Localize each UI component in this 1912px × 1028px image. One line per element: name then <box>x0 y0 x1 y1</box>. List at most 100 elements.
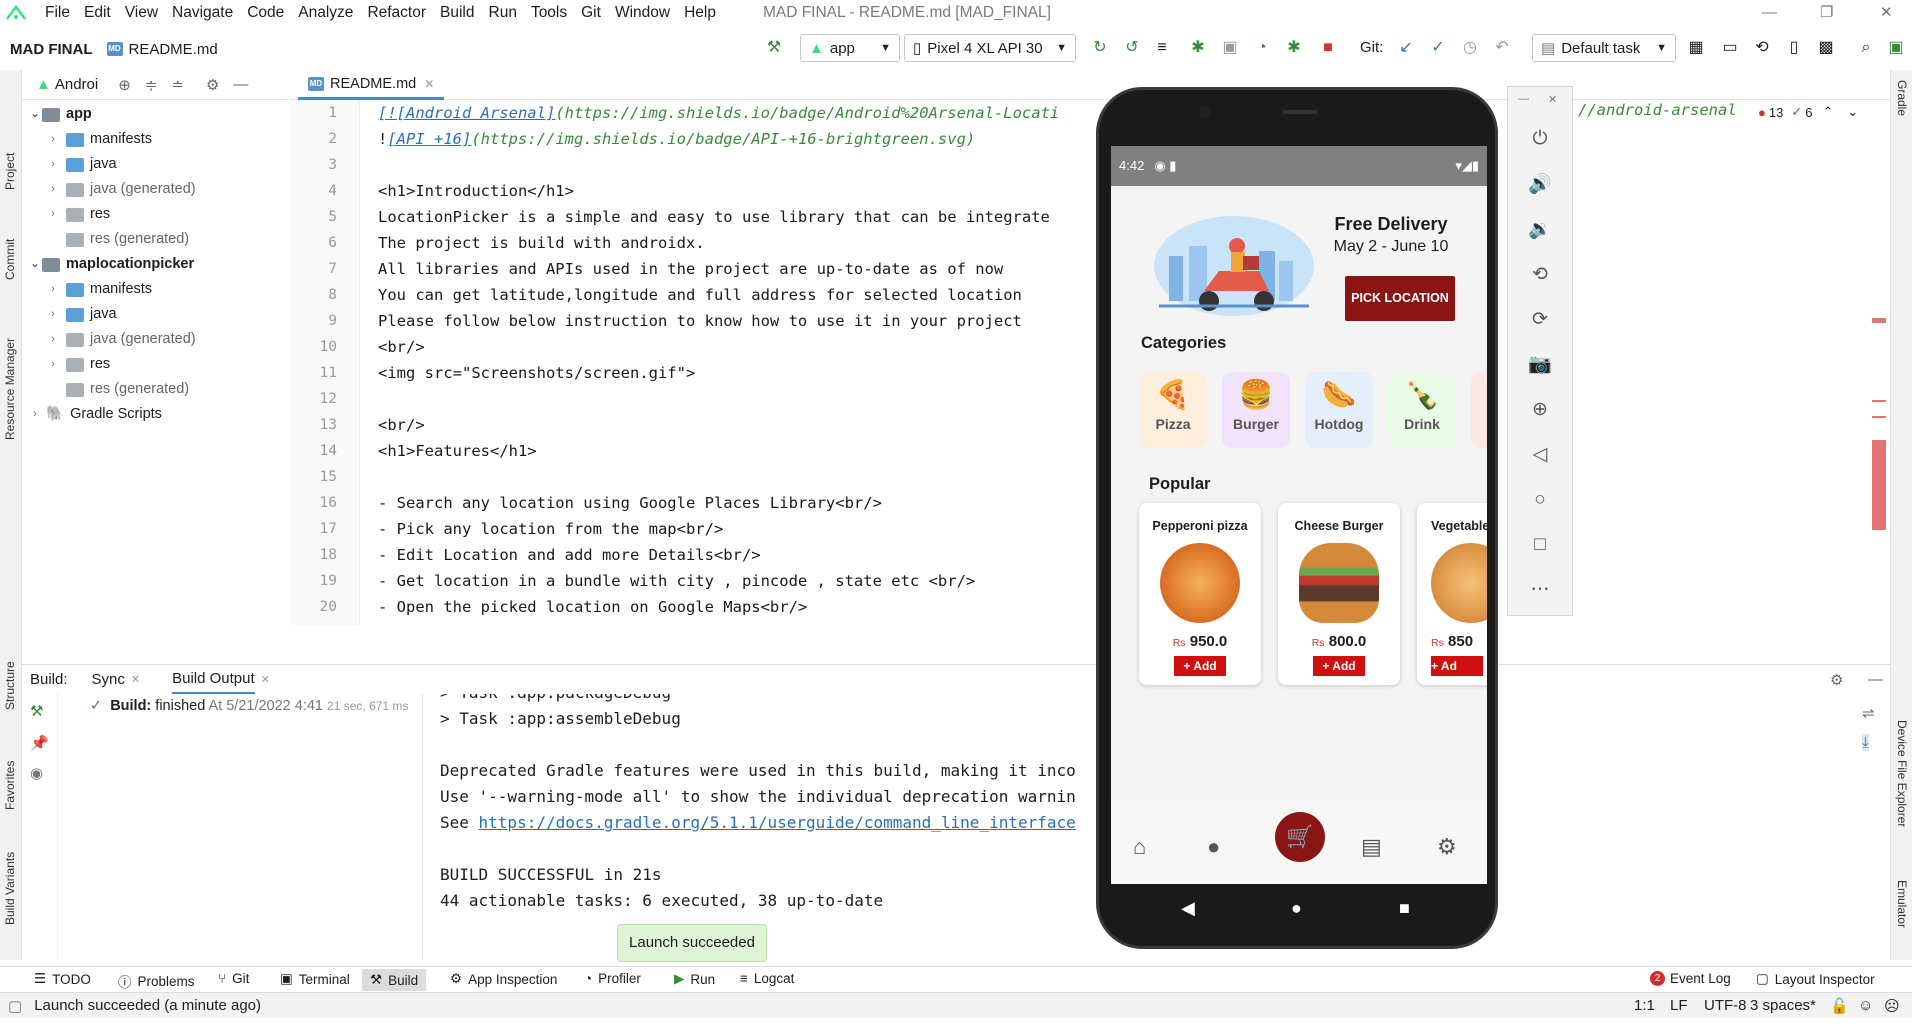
overview-icon[interactable]: ■ <box>1399 898 1410 919</box>
tab-logcat[interactable]: ≡ Logcat <box>740 971 794 986</box>
sdk-manager-icon[interactable]: ▩ <box>1816 38 1836 58</box>
category-burger[interactable]: 🍔 Burger <box>1222 372 1290 448</box>
add-button[interactable]: + Ad <box>1431 656 1483 676</box>
markdown-url[interactable]: (https://img.shields.io/badge/API-+16-br… <box>471 130 975 148</box>
gear-icon[interactable]: ⚙ <box>1830 671 1843 689</box>
resource-manager-tool-tab[interactable]: Resource Manager <box>3 338 17 440</box>
tab-git[interactable]: ⑂ Git <box>218 971 249 986</box>
chevron-down-icon[interactable]: ⌄ <box>1847 104 1858 120</box>
tab-problems[interactable]: ⓘ Problems <box>118 971 195 991</box>
more-icon[interactable]: ⋯ <box>1528 578 1552 602</box>
rotate-left-icon[interactable]: ⟲ <box>1528 263 1552 287</box>
build-status-row[interactable]: ✓ Build: finished At 5/21/2022 4:41 21 s… <box>90 698 408 714</box>
close-tab-icon[interactable]: ✕ <box>131 673 140 686</box>
profile-icon[interactable]: ● <box>1207 834 1220 860</box>
cart-button[interactable]: 🛒 <box>1275 812 1325 862</box>
structure-tool-tab[interactable]: Structure <box>3 661 17 710</box>
hide-panel-icon[interactable]: — <box>1868 671 1883 688</box>
menu-git[interactable]: Git <box>574 0 608 26</box>
indent-setting[interactable]: 3 spaces* <box>1750 997 1816 1014</box>
git-commit-icon[interactable]: ✓ <box>1428 38 1448 58</box>
device-manager-icon[interactable]: ▭ <box>1720 38 1740 58</box>
close-icon[interactable]: ✕ <box>1880 0 1893 26</box>
gear-icon[interactable]: ⚙ <box>206 76 219 94</box>
tree-item-java-generated[interactable]: › java (generated) <box>46 177 195 202</box>
locate-icon[interactable]: ⊕ <box>118 76 131 94</box>
commit-tool-tab[interactable]: Commit <box>3 239 17 280</box>
tab-readme[interactable]: MD README.md ✕ <box>298 70 445 100</box>
hammer-icon[interactable]: ⚒ <box>30 702 43 720</box>
back-icon[interactable]: ◁ <box>1528 443 1552 467</box>
tree-item-manifests[interactable]: › manifests <box>46 277 152 302</box>
soft-wrap-icon[interactable]: ⇌ <box>1862 704 1875 722</box>
overview-icon[interactable]: □ <box>1528 533 1552 557</box>
tab-build[interactable]: ⚒ Build <box>362 969 427 991</box>
tree-item-res[interactable]: › res <box>46 202 110 227</box>
attach-debugger-icon[interactable]: ▣ <box>1220 38 1240 58</box>
tree-item-res-generated[interactable]: res (generated) <box>60 227 189 252</box>
run-config-select[interactable]: ▲ app ▼ <box>800 34 900 62</box>
project-tool-tab[interactable]: Project <box>3 153 17 190</box>
gradle-tool-tab[interactable]: Gradle <box>1895 80 1909 116</box>
device-file-explorer-tool-tab[interactable]: Device File Explorer <box>1895 720 1909 827</box>
add-button[interactable]: + Add <box>1174 656 1226 676</box>
markdown-url[interactable]: (https://img.shields.io/badge/Android%20… <box>555 104 1059 122</box>
event-log-button[interactable]: 2 Event Log <box>1650 971 1731 986</box>
volume-down-icon[interactable]: 🔉 <box>1528 218 1552 242</box>
tree-item-maplocationpicker[interactable]: ⌄ maplocationpicker <box>28 252 194 277</box>
favorites-tool-tab[interactable]: Favorites <box>3 761 17 810</box>
tab-run[interactable]: ▶ Run <box>674 971 715 987</box>
git-history-icon[interactable]: ◷ <box>1460 38 1480 58</box>
minimize-icon[interactable]: — <box>1762 0 1777 26</box>
close-tab-icon[interactable]: ✕ <box>424 77 434 91</box>
menu-file[interactable]: File <box>38 0 77 26</box>
food-card-cheese-burger[interactable]: Cheese Burger Rs 800.0 + Add <box>1278 503 1400 685</box>
hammer-icon[interactable]: ⚒ <box>764 38 784 58</box>
collapse-all-icon[interactable]: ≐ <box>171 76 184 94</box>
frown-icon[interactable]: ☹ <box>1884 997 1900 1015</box>
smile-icon[interactable]: ☺ <box>1858 997 1873 1014</box>
gradle-docs-link[interactable]: https://docs.gradle.org/5.1.1/userguide/… <box>479 813 1076 832</box>
build-variants-tool-tab[interactable]: Build Variants <box>3 852 17 925</box>
inspection-widget[interactable]: ● 13 ✓ 6 ⌃ ⌄ <box>1758 104 1858 120</box>
settings-sync-icon[interactable]: ▣ <box>1886 38 1906 58</box>
emulator-tool-tab[interactable]: Emulator <box>1895 880 1909 928</box>
close-tab-icon[interactable]: ✕ <box>261 673 270 686</box>
eye-icon[interactable]: ◉ <box>30 764 43 782</box>
breadcrumb-project[interactable]: MAD FINAL <box>0 41 93 58</box>
category-drink[interactable]: 🍾 Drink <box>1388 372 1456 448</box>
camera-icon[interactable]: 📷 <box>1528 353 1552 377</box>
category-partial[interactable] <box>1471 372 1487 448</box>
markdown-link[interactable]: [![Android Arsenal] <box>378 104 555 122</box>
menu-tools[interactable]: Tools <box>524 0 574 26</box>
menu-edit[interactable]: Edit <box>77 0 118 26</box>
tab-todo[interactable]: ☰ TODO <box>34 971 91 987</box>
food-card-vegetable[interactable]: Vegetable Rs 850 + Ad <box>1417 503 1487 685</box>
apply-code-changes-icon[interactable]: ↺ <box>1122 38 1142 58</box>
tab-terminal[interactable]: ▣ Terminal <box>280 971 350 987</box>
tree-item-app[interactable]: ⌄ app <box>28 102 91 127</box>
breadcrumb-file[interactable]: README.md <box>129 41 218 58</box>
git-rollback-icon[interactable]: ↶ <box>1492 38 1512 58</box>
add-button[interactable]: + Add <box>1313 656 1365 676</box>
phone-screen[interactable]: 4:42 ◉ ▮ ▾◢▮ Free Delivery May 2 - June 10… <box>1111 146 1487 884</box>
hide-panel-icon[interactable]: — <box>233 76 248 93</box>
chat-icon[interactable]: ▤ <box>1361 834 1382 860</box>
layout-inspector-button[interactable]: ▢ Layout Inspector <box>1756 971 1875 987</box>
pick-location-button[interactable]: PICK LOCATION <box>1345 276 1455 321</box>
expand-all-icon[interactable]: ≑ <box>145 76 158 94</box>
menu-navigate[interactable]: Navigate <box>165 0 240 26</box>
tree-item-res[interactable]: › res <box>46 352 110 377</box>
project-structure-icon[interactable]: ▦ <box>1686 38 1706 58</box>
home-icon[interactable]: ○ <box>1528 488 1552 512</box>
tab-sync[interactable]: Sync <box>92 671 125 688</box>
task-select[interactable]: ▤ Default task ▼ <box>1532 34 1676 62</box>
cursor-position[interactable]: 1:1 <box>1634 997 1655 1014</box>
tree-item-java[interactable]: › java <box>46 152 116 177</box>
menu-run[interactable]: Run <box>482 0 524 26</box>
lock-icon[interactable]: 🔓 <box>1830 997 1849 1015</box>
menu-refactor[interactable]: Refactor <box>360 0 433 26</box>
tree-item-manifests[interactable]: › manifests <box>46 127 152 152</box>
pin-icon[interactable]: 📌 <box>30 734 49 752</box>
stop-icon[interactable]: ■ <box>1318 38 1338 58</box>
